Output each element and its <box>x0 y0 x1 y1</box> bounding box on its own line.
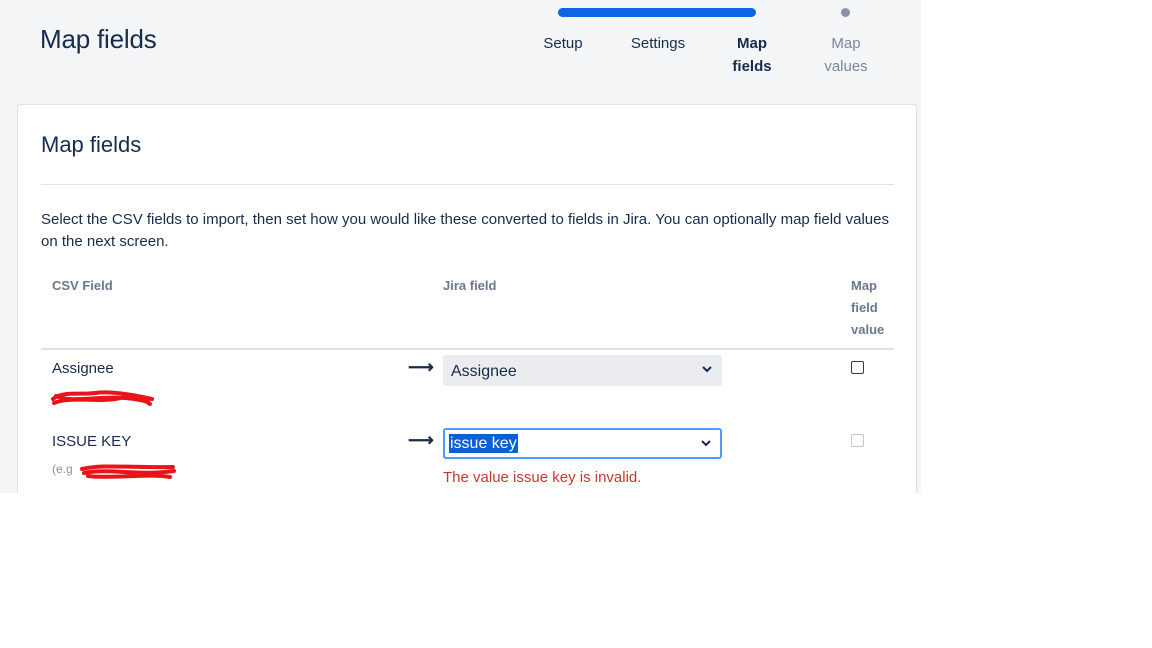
jira-field-select-issue-key[interactable]: issue key <box>443 428 722 459</box>
csv-field-name-assignee: Assignee <box>52 360 114 377</box>
description-text: Select the CSV fields to import, then se… <box>41 211 889 250</box>
header-line: value <box>851 322 885 337</box>
divider <box>41 184 894 185</box>
chevron-down-icon <box>702 366 712 373</box>
select-value: issue key <box>449 434 518 453</box>
import-wizard: Map fields Setup Settings Map fields Map… <box>0 0 921 493</box>
step-label: Setup <box>543 35 583 52</box>
step-label-line2: fields <box>732 58 772 75</box>
column-header-map-field-value: Map field value <box>851 275 893 341</box>
select-value: Assignee <box>451 363 517 380</box>
step-settings[interactable]: Settings <box>613 32 703 55</box>
map-value-checkbox-assignee[interactable] <box>851 361 864 374</box>
map-fields-card: Map fields Select the CSV fields to impo… <box>17 104 917 493</box>
step-label-line2: values <box>824 58 868 75</box>
csv-field-name-issue-key: ISSUE KEY <box>52 433 132 450</box>
error-message: The value issue key is invalid. <box>443 469 642 486</box>
column-header-jira-field: Jira field <box>443 278 497 293</box>
redaction-scribble <box>51 390 154 406</box>
column-header-csv-field: CSV Field <box>52 278 113 293</box>
mapping-arrow-icon: ⟶ <box>408 430 434 450</box>
progress-bar-completed <box>558 8 756 17</box>
progress-tracker: Setup Settings Map fields Map values <box>0 0 921 100</box>
jira-field-select-assignee[interactable]: Assignee <box>443 355 722 386</box>
example-label: (e.g <box>52 462 73 476</box>
header-line: Map <box>851 278 877 293</box>
redaction-scribble <box>80 464 176 479</box>
step-setup[interactable]: Setup <box>518 32 608 55</box>
step-label-line1: Map <box>831 35 861 52</box>
step-map-fields: Map fields <box>707 32 797 78</box>
table-header-divider <box>41 348 894 350</box>
mapping-arrow-icon: ⟶ <box>408 357 434 377</box>
step-label: Settings <box>630 35 686 52</box>
progress-dot-upcoming <box>841 8 850 17</box>
step-label-line1: Map <box>737 35 767 52</box>
chevron-down-icon <box>701 440 711 447</box>
header-line: field <box>851 300 878 315</box>
card-title: Map fields <box>41 132 142 157</box>
map-value-checkbox-issue-key <box>851 434 864 447</box>
step-map-values: Map values <box>801 32 891 78</box>
